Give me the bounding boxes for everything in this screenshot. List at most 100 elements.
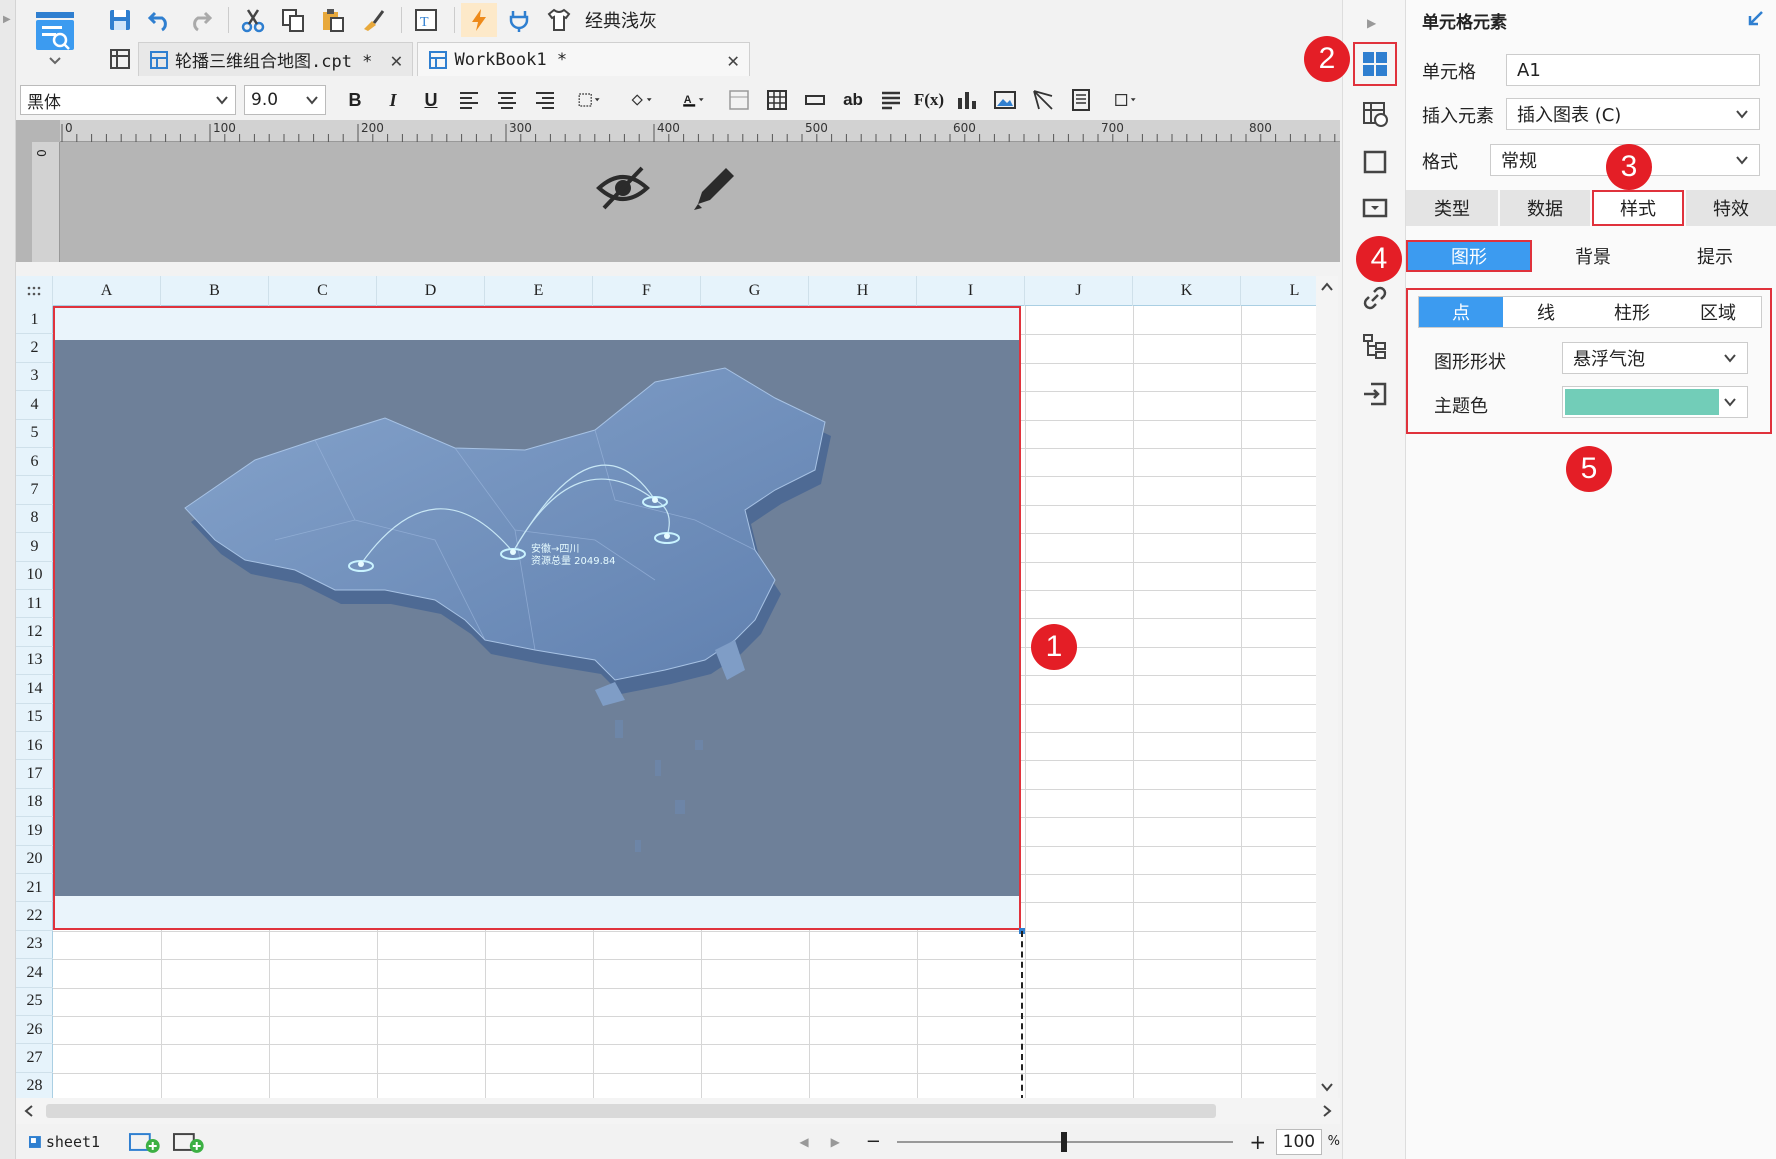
shape-form-select[interactable]: 悬浮气泡	[1562, 342, 1748, 374]
plugin-icon[interactable]	[501, 3, 537, 37]
row-header[interactable]: 14	[16, 675, 53, 704]
slash-line-icon[interactable]	[1026, 84, 1060, 116]
fill-color-icon[interactable]	[618, 84, 666, 116]
horizontal-scrollbar[interactable]	[16, 1098, 1340, 1124]
app-menu-logo-icon[interactable]	[24, 6, 86, 72]
bar-chart-icon[interactable]	[950, 84, 984, 116]
paragraph-icon[interactable]	[874, 84, 908, 116]
undo-icon[interactable]	[142, 3, 178, 37]
close-icon[interactable]: ✕	[390, 48, 402, 72]
italic-button[interactable]: I	[376, 84, 410, 116]
close-icon[interactable]: ✕	[727, 48, 739, 72]
widget-icon[interactable]	[1353, 140, 1397, 184]
row-header[interactable]: 27	[16, 1044, 53, 1073]
row-header[interactable]: 26	[16, 1016, 53, 1045]
column-header[interactable]: F	[593, 276, 701, 306]
series-tab-point[interactable]: 点	[1419, 297, 1503, 327]
column-header[interactable]: A	[53, 276, 161, 306]
row-header[interactable]: 2	[16, 334, 53, 363]
row-header[interactable]: 16	[16, 732, 53, 761]
cut-icon[interactable]	[235, 3, 271, 37]
add-poly-sheet-icon[interactable]	[172, 1131, 206, 1153]
edit-pencil-icon[interactable]	[690, 160, 740, 214]
header-design-area[interactable]: 0 100 200 300 400 500 600 700 800 0	[16, 120, 1340, 262]
row-header[interactable]: 10	[16, 562, 53, 590]
chevron-up-icon[interactable]	[1320, 280, 1334, 294]
add-sheet-icon[interactable]	[128, 1131, 162, 1153]
subtab-shape[interactable]: 图形	[1406, 240, 1532, 272]
row-header[interactable]: 7	[16, 476, 53, 505]
paste-icon[interactable]	[315, 3, 351, 37]
redo-icon[interactable]	[182, 3, 218, 37]
row-header[interactable]: 12	[16, 618, 53, 647]
row-header[interactable]: 4	[16, 391, 53, 420]
column-header[interactable]: H	[809, 276, 917, 306]
bold-button[interactable]: B	[338, 84, 372, 116]
chevron-down-icon[interactable]	[1320, 1080, 1334, 1094]
import-icon[interactable]	[1353, 372, 1397, 416]
row-header[interactable]: 9	[16, 533, 53, 562]
next-sheet-icon[interactable]: ▶	[831, 1135, 840, 1149]
column-header[interactable]: K	[1133, 276, 1241, 306]
cell-element-icon[interactable]	[1353, 42, 1397, 86]
expand-arrow-icon[interactable]: ▶	[3, 14, 11, 25]
column-header[interactable]: I	[917, 276, 1025, 306]
theme-color-select[interactable]	[1562, 386, 1748, 418]
frame-icon[interactable]	[1102, 84, 1150, 116]
row-header[interactable]: 3	[16, 363, 53, 392]
tab-style[interactable]: 样式	[1592, 190, 1684, 226]
zoom-in-button[interactable]: +	[1249, 1130, 1266, 1154]
row-header[interactable]: 1	[16, 306, 53, 335]
row-header[interactable]: 25	[16, 988, 53, 1016]
hide-eye-icon[interactable]	[596, 160, 650, 214]
row-header[interactable]: 11	[16, 590, 53, 619]
zoom-value-input[interactable]: 100	[1276, 1128, 1322, 1155]
cell-attribute-icon[interactable]	[1353, 92, 1397, 136]
insert-element-select[interactable]: 插入图表 (C)	[1506, 98, 1760, 130]
image-icon[interactable]	[988, 84, 1022, 116]
column-header[interactable]: J	[1025, 276, 1133, 306]
zoom-slider-thumb[interactable]	[1060, 1131, 1067, 1152]
row-header[interactable]: 23	[16, 931, 53, 960]
row-header[interactable]: 8	[16, 505, 53, 534]
vertical-scrollbar[interactable]	[1316, 276, 1338, 1098]
row-header[interactable]: 18	[16, 789, 53, 818]
text-box-icon[interactable]: T	[408, 3, 444, 37]
tree-structure-icon[interactable]	[1353, 324, 1397, 368]
align-right-icon[interactable]	[528, 84, 562, 116]
page-setup-icon[interactable]	[722, 84, 756, 116]
scroll-thumb[interactable]	[46, 1104, 1216, 1118]
subtab-tooltip[interactable]: 提示	[1654, 240, 1776, 272]
border-icon[interactable]	[566, 84, 614, 116]
theme-shirt-icon[interactable]	[541, 3, 577, 37]
row-header[interactable]: 28	[16, 1073, 53, 1098]
formula-button[interactable]: F(x)	[912, 84, 946, 116]
collapse-arrow-icon[interactable]: ▶	[1367, 16, 1376, 30]
left-collapse-strip[interactable]: ▶	[0, 0, 16, 1159]
row-header[interactable]: 13	[16, 647, 53, 676]
hyperlink-icon[interactable]	[1353, 276, 1397, 320]
row-header[interactable]: 5	[16, 420, 53, 448]
font-color-icon[interactable]: A	[670, 84, 718, 116]
chart-cell-a1[interactable]: 安徽→四川 资源总量 2049.84	[53, 306, 1021, 930]
zoom-slider[interactable]	[896, 1131, 1234, 1152]
align-left-icon[interactable]	[452, 84, 486, 116]
column-header[interactable]: B	[161, 276, 269, 306]
cell-field[interactable]: A1	[1506, 54, 1760, 86]
row-header[interactable]: 22	[16, 902, 53, 931]
font-size-select[interactable]: 9.0	[244, 85, 326, 115]
row-header[interactable]: 6	[16, 448, 53, 477]
save-icon[interactable]	[102, 3, 138, 37]
lightning-icon[interactable]	[461, 3, 497, 37]
sheet-tab-sheet1[interactable]: sheet1	[46, 1133, 100, 1151]
series-tab-area[interactable]: 区域	[1675, 297, 1761, 327]
row-header[interactable]: 24	[16, 959, 53, 988]
text-ab-button[interactable]: ab	[836, 84, 870, 116]
spreadsheet-grid[interactable]: ABCDEFGHIJKL 1 2 3 4 5 6 7 8 9 10 11 12 13 14 15 16 17 18…	[16, 276, 1334, 1098]
column-header[interactable]: G	[701, 276, 809, 306]
underline-button[interactable]: U	[414, 84, 448, 116]
column-header[interactable]: E	[485, 276, 593, 306]
map-chart[interactable]: 安徽→四川 资源总量 2049.84	[55, 340, 1019, 896]
font-family-select[interactable]: 黑体	[20, 85, 236, 115]
tab-workbook[interactable]: WorkBook1 * ✕	[417, 42, 751, 76]
